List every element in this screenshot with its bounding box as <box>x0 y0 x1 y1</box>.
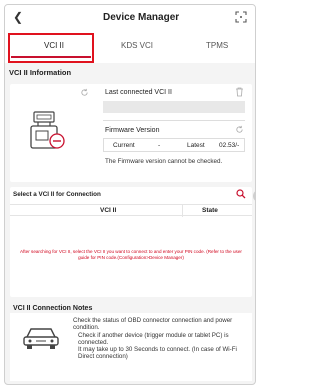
column-state: State <box>202 207 218 214</box>
vci-table-header: VCI II State <box>10 204 252 217</box>
latest-label: Latest <box>187 142 205 149</box>
car-icon <box>23 328 59 349</box>
last-connected-label: Last connected VCI II <box>105 89 172 96</box>
firmware-version-row: Current - Latest 02.53/- <box>103 138 245 152</box>
firmware-label: Firmware Version <box>105 127 160 134</box>
trash-icon[interactable] <box>235 87 244 97</box>
note-line: It may take up to 30 Seconds to connect.… <box>78 346 237 361</box>
current-value: - <box>158 142 161 149</box>
back-button[interactable]: ❮ <box>13 10 23 24</box>
latest-value: 02.53/- <box>219 142 240 149</box>
page-title: Device Manager <box>103 12 180 23</box>
header-bar: ❮ Device Manager <box>5 5 255 33</box>
fullscreen-icon[interactable] <box>235 11 247 23</box>
refresh-icon[interactable] <box>80 88 89 97</box>
tab-highlight-box <box>8 33 94 63</box>
info-section-title: VCI II Information <box>9 68 72 77</box>
last-connected-value <box>103 101 245 113</box>
info-divider <box>103 120 245 121</box>
device-manager-window: ❮ Device Manager VCI II KDS VCI TPMS VCI… <box>4 4 256 385</box>
vci-selection-card: Select a VCI II for Connection VCI II St… <box>10 187 252 297</box>
current-label: Current <box>113 142 135 149</box>
connection-notes-text: Check the status of OBD connector connec… <box>73 317 248 361</box>
connection-notes-card: Check the status of OBD connector connec… <box>10 313 252 381</box>
tab-bar: VCI II KDS VCI TPMS <box>5 33 255 63</box>
search-icon[interactable] <box>236 189 246 199</box>
notes-section-title: VCI II Connection Notes <box>13 305 93 312</box>
vci-info-card: Last connected VCI II Firmware Version C… <box>10 84 252 182</box>
column-divider <box>182 205 183 217</box>
note-line: Check the status of OBD connector connec… <box>73 317 233 332</box>
scroll-handle[interactable] <box>253 190 255 202</box>
tab-tpms[interactable]: TPMS <box>206 41 228 50</box>
select-vci-title: Select a VCI II for Connection <box>13 191 101 198</box>
firmware-message: The Firmware version cannot be checked. <box>105 158 223 165</box>
note-line: Check if another device (trigger module … <box>78 331 229 346</box>
connection-instruction: After searching for VCI II, select the V… <box>20 249 242 260</box>
refresh-icon[interactable] <box>235 125 244 134</box>
column-vci-ii: VCI II <box>100 207 117 214</box>
vci-device-icon <box>30 111 65 149</box>
tab-kds-vci[interactable]: KDS VCI <box>121 41 153 50</box>
